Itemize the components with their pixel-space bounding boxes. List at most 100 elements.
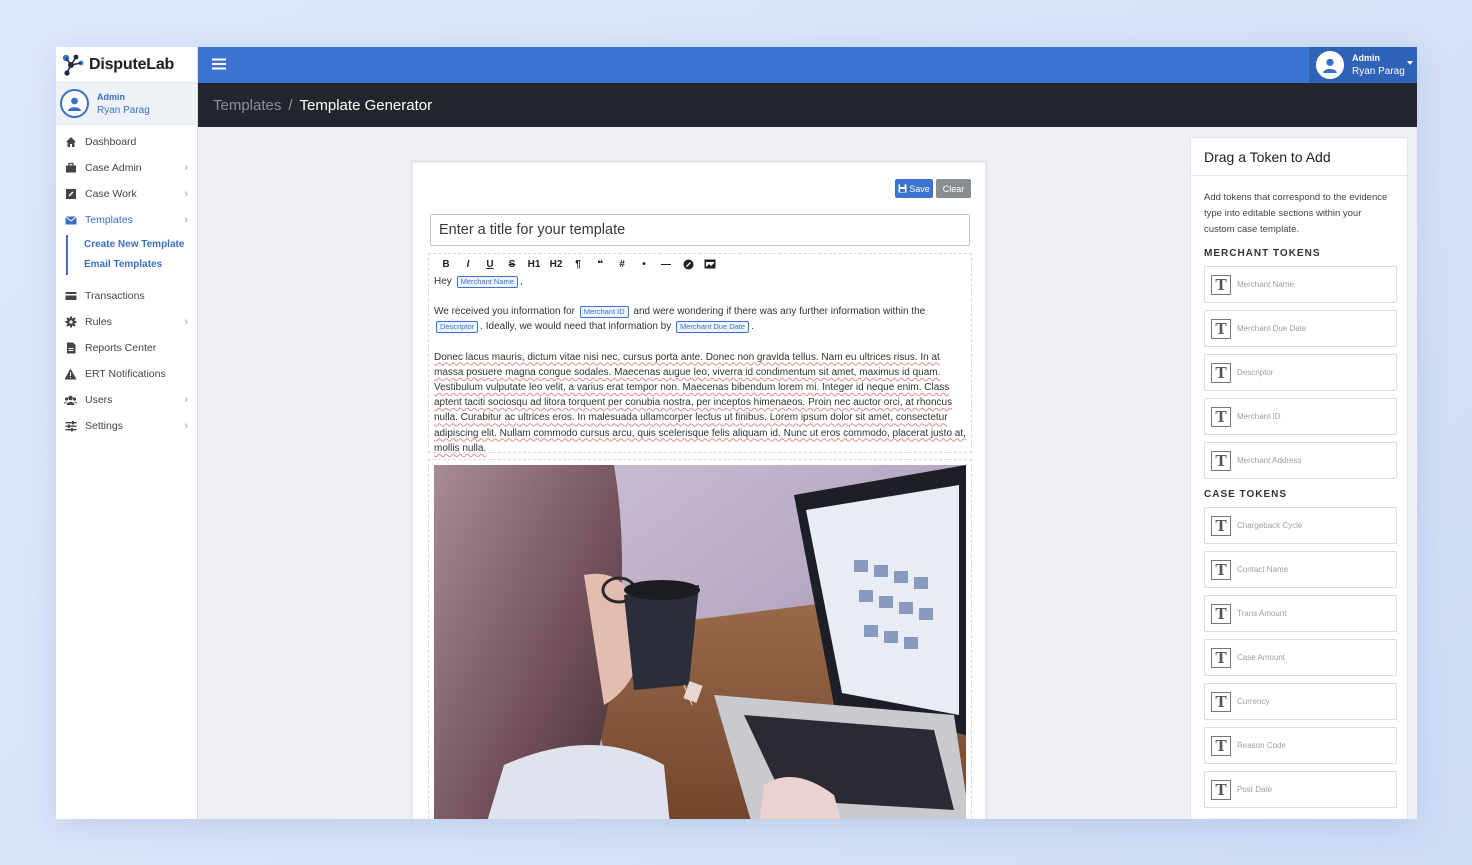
user-menu[interactable]: Admin Ryan Parag xyxy=(1309,47,1417,83)
link-icon[interactable] xyxy=(677,259,699,270)
sidebar-item-dashboard[interactable]: Dashboard xyxy=(56,129,197,155)
italic-button[interactable]: I xyxy=(457,259,479,270)
text-token-icon: T xyxy=(1211,515,1231,536)
brand[interactable]: DisputeLab xyxy=(56,47,197,83)
home-icon xyxy=(64,136,77,149)
sidebar-item-label: Transactions xyxy=(85,290,145,302)
token-label: Reason Code xyxy=(1237,741,1286,750)
credit-card-icon xyxy=(64,290,77,303)
sidebar-item-label: Templates xyxy=(85,214,133,226)
avatar xyxy=(60,89,89,118)
user-name: Ryan Parag xyxy=(1352,66,1405,77)
token-chip-merchant-due-date[interactable]: Merchant Due Date xyxy=(676,321,750,334)
text-token-icon: T xyxy=(1211,274,1231,295)
briefcase-icon xyxy=(64,162,77,175)
chevron-right-icon: › xyxy=(184,188,188,200)
user-role: Admin xyxy=(97,91,125,102)
hamburger-menu-icon[interactable] xyxy=(212,57,226,71)
token-trans-amount[interactable]: T Trans Amount xyxy=(1204,595,1397,632)
token-case-amount[interactable]: T Case Amount xyxy=(1204,639,1397,676)
token-chargeback-cycle[interactable]: T Chargeback Cycle xyxy=(1204,507,1397,544)
code-button[interactable]: # xyxy=(611,259,633,270)
sidebar-item-case-work[interactable]: Case Work › xyxy=(56,181,197,207)
sidebar-item-templates[interactable]: Templates › xyxy=(56,207,197,233)
editable-section[interactable]: B I U S H1 H2 ¶ ❝ # • — Hey Merchant Nam… xyxy=(428,253,972,456)
sidebar-item-case-admin[interactable]: Case Admin › xyxy=(56,155,197,181)
heading1-button[interactable]: H1 xyxy=(523,259,545,270)
token-currency[interactable]: T Currency xyxy=(1204,683,1397,720)
token-descriptor[interactable]: T Descriptor xyxy=(1204,354,1397,391)
template-title-input[interactable] xyxy=(430,214,970,246)
sidebar-item-rules[interactable]: Rules › xyxy=(56,309,197,335)
breadcrumb: Templates / Template Generator xyxy=(198,83,1417,127)
text-token-icon: T xyxy=(1211,735,1231,756)
sidebar-item-transactions[interactable]: Transactions xyxy=(56,283,197,309)
sidebar-user[interactable]: Admin Ryan Parag xyxy=(56,83,197,125)
body-text-1: We received you information for xyxy=(434,306,575,318)
body-text-2: and were wondering if there was any furt… xyxy=(633,306,926,318)
sidebar-nav: Dashboard Case Admin › Case Work › Templ… xyxy=(56,125,197,439)
topbar: Admin Ryan Parag xyxy=(198,47,1417,83)
edit-icon xyxy=(64,188,77,201)
editor-body[interactable]: Hey Merchant Name, We received you infor… xyxy=(429,274,971,456)
sidebar-item-label: Rules xyxy=(85,316,112,328)
body-paragraph: We received you information for Merchant… xyxy=(434,304,966,334)
breadcrumb-separator: / xyxy=(288,96,293,114)
token-merchant-address[interactable]: T Merchant Address xyxy=(1204,442,1397,479)
sidebar-item-label: Case Work xyxy=(85,188,137,200)
sliders-icon xyxy=(64,420,77,433)
token-merchant-id[interactable]: T Merchant ID xyxy=(1204,398,1397,435)
format-toolbar: B I U S H1 H2 ¶ ❝ # • — xyxy=(429,254,971,274)
image-section[interactable] xyxy=(428,459,972,819)
subnav-create-template[interactable]: Create New Template xyxy=(84,235,197,255)
sidebar-item-label: ERT Notifications xyxy=(85,368,166,380)
page-title: Template Generator xyxy=(299,96,433,114)
sidebar-item-users[interactable]: Users › xyxy=(56,387,197,413)
token-contact-name[interactable]: T Contact Name xyxy=(1204,551,1397,588)
token-post-date[interactable]: T Post Date xyxy=(1204,771,1397,808)
floppy-icon xyxy=(898,184,907,193)
sidebar-item-reports-center[interactable]: Reports Center xyxy=(56,335,197,361)
warning-icon xyxy=(64,368,77,381)
bullet-list-button[interactable]: • xyxy=(633,259,655,270)
text-token-icon: T xyxy=(1211,779,1231,800)
token-merchant-due-date[interactable]: T Merchant Due Date xyxy=(1204,310,1397,347)
breadcrumb-templates[interactable]: Templates xyxy=(213,97,281,114)
sidebar-item-settings[interactable]: Settings › xyxy=(56,413,197,439)
token-merchant-name[interactable]: T Merchant Name xyxy=(1204,266,1397,303)
subnav-email-templates[interactable]: Email Templates xyxy=(84,255,197,275)
panel-description: Add tokens that correspond to the eviden… xyxy=(1204,192,1388,235)
paragraph-button[interactable]: ¶ xyxy=(567,259,589,270)
save-button[interactable]: Save xyxy=(895,179,933,198)
gear-icon xyxy=(64,316,77,329)
quote-button[interactable]: ❝ xyxy=(589,259,611,270)
image-icon[interactable] xyxy=(699,259,721,269)
token-chip-descriptor[interactable]: Descriptor xyxy=(436,321,479,334)
heading2-button[interactable]: H2 xyxy=(545,259,567,270)
token-reason-code[interactable]: T Reason Code xyxy=(1204,727,1397,764)
token-label: Chargeback Cycle xyxy=(1237,521,1303,530)
chevron-right-icon: › xyxy=(184,214,188,226)
token-chip-merchant-id[interactable]: Merchant ID xyxy=(579,306,629,319)
envelope-icon xyxy=(64,214,77,227)
sidebar-item-ert-notifications[interactable]: ERT Notifications xyxy=(56,361,197,387)
sidebar-item-label: Reports Center xyxy=(85,342,157,354)
sidebar: DisputeLab Admin Ryan Parag Dashboard Ca… xyxy=(56,47,198,819)
token-label: Trans Amount xyxy=(1237,609,1287,618)
greeting-end: , xyxy=(519,276,523,287)
user-name: Ryan Parag xyxy=(97,104,150,116)
user-icon xyxy=(1323,58,1337,73)
lorem-paragraph: Donec lacus mauris, dictum vitae nisi ne… xyxy=(434,351,966,454)
token-label: Descriptor xyxy=(1237,368,1274,377)
chevron-right-icon: › xyxy=(184,420,188,432)
token-chip-merchant-name[interactable]: Merchant Name xyxy=(456,276,518,288)
horizontal-rule-button[interactable]: — xyxy=(655,259,677,270)
avatar xyxy=(1316,51,1344,79)
strikethrough-button[interactable]: S xyxy=(501,259,523,270)
clear-button[interactable]: Clear xyxy=(936,179,971,198)
user-icon xyxy=(68,97,81,111)
bold-button[interactable]: B xyxy=(435,259,457,270)
underline-button[interactable]: U xyxy=(479,259,501,270)
token-label: Merchant ID xyxy=(1237,412,1281,421)
token-label: Case Amount xyxy=(1237,653,1286,662)
